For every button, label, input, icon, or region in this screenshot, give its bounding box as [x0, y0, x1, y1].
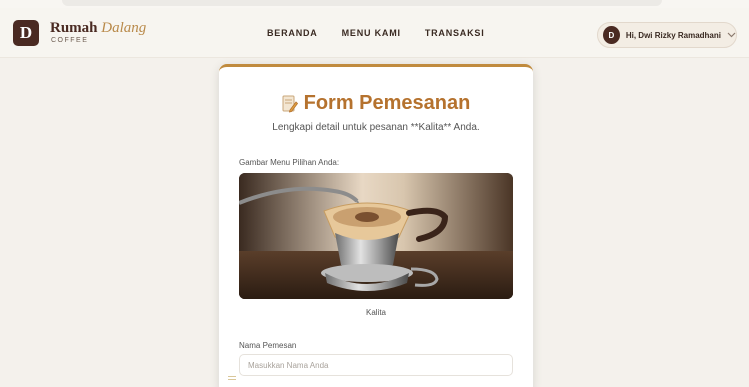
memo-icon — [282, 95, 298, 113]
nav-link-transaksi[interactable]: TRANSAKSI — [425, 28, 485, 38]
nav-link-menu-kami[interactable]: MENU KAMI — [342, 28, 401, 38]
menu-image — [239, 173, 513, 299]
decorative-mark — [228, 376, 236, 380]
browser-address-bar-edge — [62, 0, 662, 6]
customer-name-input[interactable] — [239, 354, 513, 376]
browser-top-strip — [0, 0, 749, 8]
order-form-card: Form Pemesanan Lengkapi detail untuk pes… — [219, 64, 533, 387]
form-subtitle: Lengkapi detail untuk pesanan **Kalita**… — [272, 122, 480, 133]
menu-image-caption: Kalita — [365, 308, 386, 317]
brand-logo[interactable]: D — [13, 20, 39, 46]
menu-image-label: Gambar Menu Pilihan Anda: — [239, 158, 340, 167]
nav-link-beranda[interactable]: BERANDA — [267, 28, 318, 38]
user-greeting: Hi, Dwi Rizky Ramadhani — [625, 30, 721, 40]
kalita-photo — [239, 173, 513, 299]
navbar: D Rumah Dalang COFFEE BERANDA MENU KAMI … — [0, 8, 749, 58]
chevron-down-icon — [727, 30, 736, 40]
user-menu-button[interactable]: D Hi, Dwi Rizky Ramadhani — [597, 22, 737, 48]
main-nav: BERANDA MENU KAMI TRANSAKSI — [267, 28, 485, 38]
name-field-label: Nama Pemesan — [239, 341, 297, 350]
avatar: D — [603, 26, 620, 44]
form-title-row: Form Pemesanan — [219, 92, 533, 115]
brand-name[interactable]: Rumah Dalang — [50, 20, 146, 36]
brand-name-bold: Rumah — [50, 20, 98, 36]
brand-subtitle: COFFEE — [51, 37, 89, 44]
brand-name-italic: Dalang — [101, 20, 147, 36]
page-title: Form Pemesanan — [303, 92, 471, 114]
